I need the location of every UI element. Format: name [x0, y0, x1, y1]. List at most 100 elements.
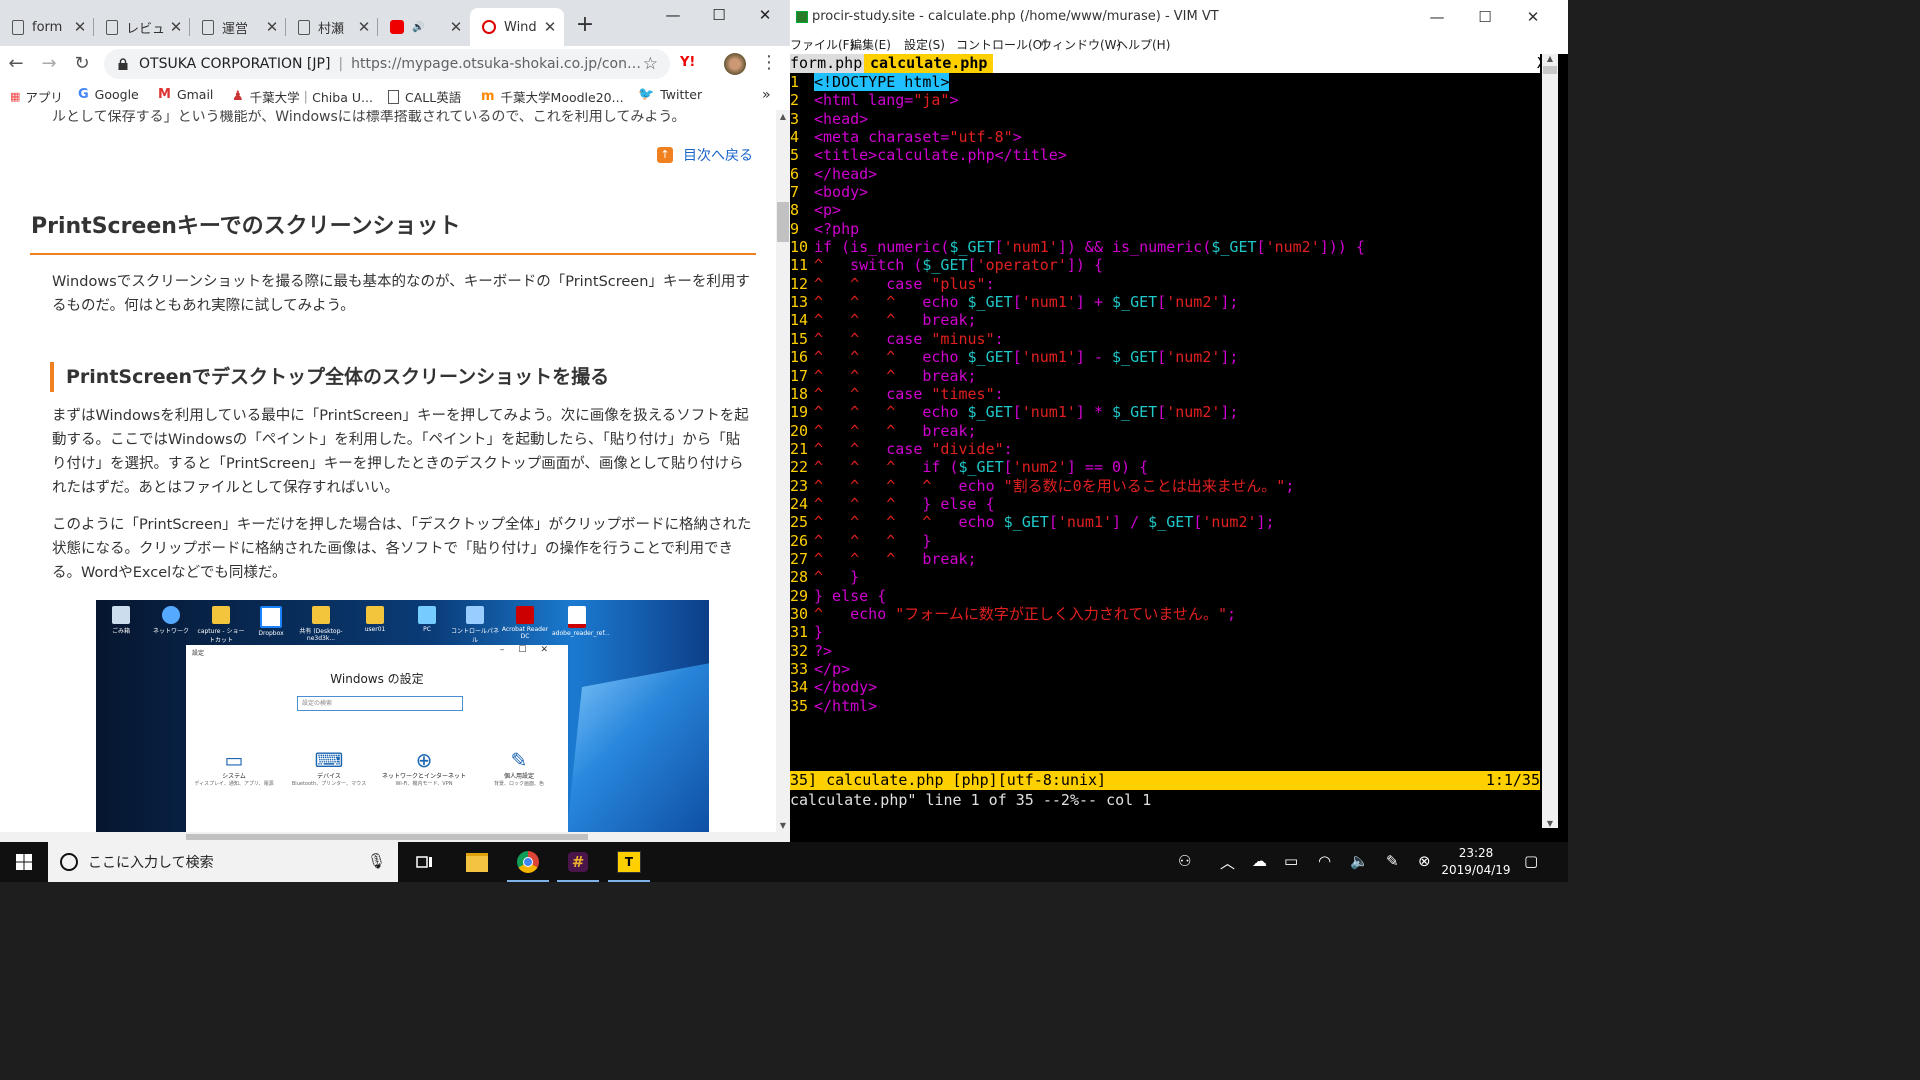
bookmark-twitter[interactable]: 🐦 Twitter [638, 87, 702, 102]
tab-unei[interactable]: 運営 ✕ [190, 8, 286, 46]
cut-paragraph-line: ルとして保存する」という機能が、Windowsには標準搭載されているので、これを… [52, 110, 686, 125]
tab-close-icon[interactable]: ✕ [542, 18, 558, 36]
back-to-toc-link[interactable]: ↑ 目次へ戻る [657, 145, 753, 165]
document-icon [388, 89, 399, 104]
pen-workspace-icon[interactable]: ✎ [1386, 852, 1399, 870]
onedrive-cloud-icon[interactable]: ☁ [1252, 852, 1267, 870]
vim-tab-form[interactable]: form.php [790, 54, 867, 73]
menu-file[interactable]: ファイル(F) [790, 36, 854, 53]
vim-scroll-thumb[interactable] [1543, 66, 1557, 74]
minimize-button[interactable]: — [650, 6, 696, 28]
vim-close-button[interactable]: ✕ [1510, 8, 1556, 26]
document-icon [106, 19, 118, 35]
menu-edit[interactable]: 編集(E) [850, 36, 891, 53]
avatar[interactable] [724, 53, 746, 75]
desktop-icon-adobe-ref: adobe_reader_ref... [552, 606, 610, 637]
desktop-icon-shared: 共有 (Desktop-ne3d3k... [296, 606, 346, 642]
wifi-icon[interactable]: ◠ [1318, 852, 1331, 870]
tab-youtube[interactable]: 🔊 ✕ [378, 8, 470, 46]
subsection-heading: PrintScreenでデスクトップ全体のスクリーンショットを撮る [50, 362, 609, 392]
battery-icon[interactable]: ▭ [1284, 852, 1298, 870]
vim-tab-calculate-active[interactable]: calculate.php [864, 54, 994, 73]
yahoo-extension-icon[interactable]: Y! [680, 55, 695, 70]
desktop-icon-acrobat: Acrobat Reader DC [500, 606, 550, 640]
tab-close-icon[interactable]: ✕ [72, 18, 88, 36]
reload-icon[interactable]: ↻ [69, 51, 95, 77]
vim-scroll-up-icon[interactable]: ▲ [1542, 54, 1558, 63]
notifications-icon[interactable]: ▢ [1524, 852, 1538, 870]
menu-control[interactable]: コントロール(O) [956, 36, 1047, 53]
close-button[interactable]: ✕ [742, 6, 788, 28]
menu-settings[interactable]: 設定(S) [904, 36, 945, 53]
scroll-thumb[interactable] [777, 202, 789, 242]
task-view-icon[interactable] [400, 842, 450, 882]
teraterm-icon[interactable]: T [604, 842, 654, 882]
taskbar-clock[interactable]: 23:28 2019/04/19 [1436, 845, 1516, 879]
people-icon[interactable]: ⚇ [1178, 852, 1191, 870]
tab-windows-active[interactable]: Wind ✕ [470, 8, 564, 46]
tab-close-icon[interactable]: ✕ [356, 18, 372, 36]
vim-menubar: ファイル(F) 編集(E) 設定(S) コントロール(O) ウィンドウ(W) ヘ… [790, 34, 1568, 54]
vim-status-file: 35] calculate.php [php][utf-8:unix] [790, 771, 1107, 789]
site-icon [482, 20, 496, 34]
tab-review[interactable]: レビュ ✕ [94, 8, 190, 46]
cortana-icon [60, 853, 78, 871]
vim-scrollbar[interactable]: ▲ ▼ [1542, 54, 1558, 828]
vim-cmdline[interactable]: calculate.php" line 1 of 35 --2%-- col 1 [790, 790, 1540, 810]
menu-help[interactable]: ヘルプ(H) [1116, 36, 1170, 53]
bookmark-label: Google [94, 87, 139, 102]
taskbar-search-box[interactable]: ここに入力して検索 🎙 [48, 842, 398, 882]
chrome-icon[interactable] [503, 842, 553, 882]
tab-close-icon[interactable]: ✕ [264, 18, 280, 36]
menu-kebab-icon[interactable]: ⋮ [760, 52, 778, 73]
show-hidden-icons-chevron[interactable]: ︿ [1220, 852, 1235, 873]
windows-taskbar: ここに入力して検索 🎙 # T ⚇ ︿ ☁ ▭ ◠ 🔈 ✎ ⊗ 23:28 20… [0, 842, 1568, 882]
bookmark-label: CALL英語 [405, 90, 462, 105]
search-placeholder: ここに入力して検索 [88, 855, 214, 871]
vim-code-buffer[interactable]: 1 <!DOCTYPE html> 2 <html lang="ja"> 3 <hea… [790, 73, 1540, 770]
bookmark-apps[interactable]: ▦ アプリ [10, 87, 63, 106]
tab-close-icon[interactable]: ✕ [448, 18, 464, 36]
slack-icon[interactable]: # [553, 842, 603, 882]
bookmarks-overflow[interactable]: » [762, 87, 771, 103]
audio-playing-icon[interactable]: 🔊 [412, 22, 424, 33]
address-bar[interactable]: OTSUKA CORPORATION [JP] | https://mypage… [104, 49, 670, 79]
microphone-icon[interactable]: 🎙 [367, 852, 386, 870]
vim-minimize-button[interactable]: — [1414, 8, 1460, 26]
scroll-down-arrow-icon[interactable]: ▼ [776, 821, 790, 830]
paint-brush-icon: ✎ [510, 748, 528, 772]
volume-icon[interactable]: 🔈 [1350, 852, 1369, 870]
bookmark-chiba[interactable]: ♟ 千葉大学｜Chiba U... [232, 87, 373, 106]
new-tab-button[interactable]: + [572, 12, 598, 37]
bookmark-moodle[interactable]: m 千葉大学Moodle20... [481, 87, 624, 106]
desktop-icon-user01: user01 [350, 606, 400, 633]
start-button[interactable] [0, 842, 48, 882]
ime-off-icon[interactable]: ⊗ [1418, 852, 1431, 870]
menu-window[interactable]: ウィンドウ(W) [1040, 36, 1121, 53]
forward-arrow-icon[interactable]: → [36, 51, 62, 77]
back-arrow-icon[interactable]: ← [3, 51, 29, 77]
tab-title: Wind [504, 19, 537, 35]
tab-form[interactable]: form ✕ [0, 8, 94, 46]
tab-murase[interactable]: 村瀬 ✕ [286, 8, 378, 46]
desktop-icon-pc: PC [402, 606, 452, 633]
file-explorer-icon[interactable] [452, 842, 502, 882]
bookmarks-bar: ▦ アプリ G Google M Gmail ♟ 千葉大学｜Chiba U...… [0, 82, 790, 110]
url-text[interactable]: https://mypage.otsuka-shokai.co.jp/conte… [351, 56, 643, 72]
bookmark-call[interactable]: CALL英語 [388, 87, 461, 106]
vim-titlebar: procir-study.site - calculate.php (/home… [790, 0, 1568, 34]
vim-statusline: 35] calculate.php [php][utf-8:unix] 1:1/… [790, 771, 1540, 790]
bookmark-star-icon[interactable]: ☆ [643, 54, 658, 74]
vim-scroll-down-icon[interactable]: ▼ [1542, 819, 1558, 828]
bookmark-gmail[interactable]: M Gmail [158, 87, 213, 102]
moodle-icon: m [481, 89, 495, 104]
page-vertical-scrollbar[interactable]: ▲ ▼ [776, 110, 790, 832]
bookmark-google[interactable]: G Google [78, 87, 139, 102]
tab-close-icon[interactable]: ✕ [168, 18, 184, 36]
vim-maximize-button[interactable]: ☐ [1462, 8, 1508, 26]
maximize-button[interactable]: ☐ [696, 6, 742, 28]
page-horizontal-scrollbar[interactable] [0, 832, 790, 842]
scroll-up-arrow-icon[interactable]: ▲ [776, 112, 790, 121]
desktop-icon-network: ネットワーク [146, 606, 196, 635]
hscroll-thumb[interactable] [186, 834, 588, 840]
